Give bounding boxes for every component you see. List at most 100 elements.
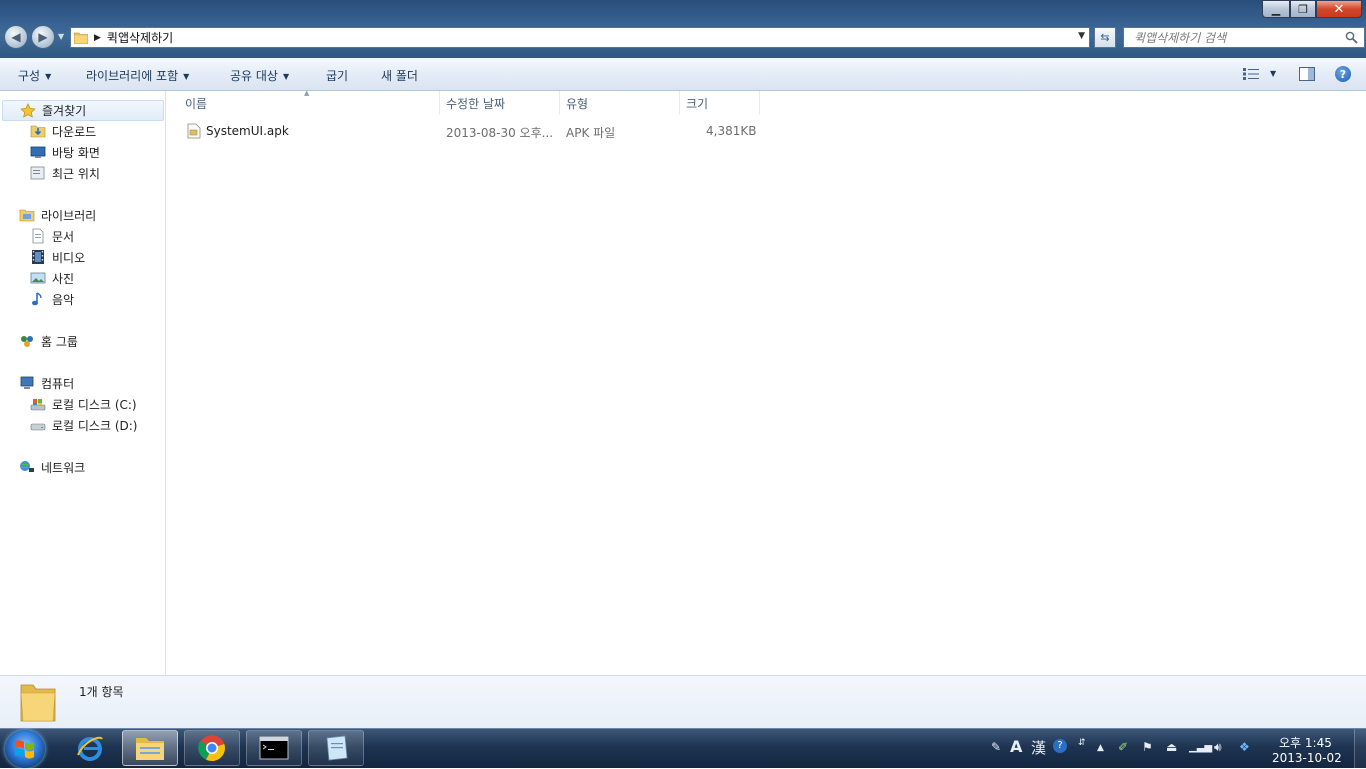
folder-icon: [74, 32, 88, 44]
share-with-button[interactable]: 공유 대상 ▼: [230, 67, 289, 84]
nav-libraries[interactable]: 라이브러리: [19, 205, 96, 225]
nav-item-drive-c[interactable]: 로컬 디스크 (C:): [30, 394, 137, 414]
taskbar-command-prompt[interactable]: [246, 730, 302, 766]
item-count: 1개 항목: [79, 685, 124, 699]
nav-network[interactable]: 네트워크: [19, 457, 85, 477]
computer-icon: [20, 376, 34, 389]
documents-icon: [32, 228, 44, 244]
nav-homegroup-label: 홈 그룹: [41, 334, 78, 349]
include-in-library-label: 라이브러리에 포함: [86, 69, 179, 83]
column-header-type[interactable]: 유형: [560, 91, 680, 115]
nav-item-pictures[interactable]: 사진: [30, 268, 74, 288]
address-history-dropdown-icon[interactable]: ▼: [1078, 31, 1085, 41]
nav-item-desktop[interactable]: 바탕 화면: [30, 142, 100, 162]
clock-time[interactable]: 오후 1:45: [1279, 734, 1332, 751]
nav-item-documents[interactable]: 문서: [30, 226, 74, 246]
close-button[interactable]: ✕: [1316, 0, 1362, 18]
maximize-button[interactable]: ❐: [1290, 0, 1316, 18]
homegroup-icon: [21, 336, 33, 347]
show-desktop-button[interactable]: [1354, 729, 1366, 769]
forward-button[interactable]: ▶: [31, 25, 55, 49]
search-box[interactable]: [1123, 27, 1365, 48]
breadcrumb-separator-icon[interactable]: ▶: [94, 33, 101, 43]
start-button[interactable]: [5, 730, 45, 768]
details-pane: 1개 항목: [0, 675, 1366, 728]
nav-item-label: 바탕 화면: [52, 145, 100, 160]
ime-mode-indicator[interactable]: A: [1010, 737, 1022, 756]
file-type: APK 파일: [566, 126, 616, 140]
back-arrow-icon: ◀: [11, 30, 21, 44]
view-dropdown-arrow-icon[interactable]: ▼: [1270, 69, 1276, 78]
column-header-name[interactable]: 이름: [179, 91, 440, 115]
dropbox-icon[interactable]: ❖: [1239, 740, 1250, 754]
nav-item-label: 음악: [52, 292, 75, 307]
nav-item-downloads[interactable]: 다운로드: [30, 121, 96, 141]
column-header-date-modified[interactable]: 수정한 날짜: [440, 91, 560, 115]
apk-file-icon: [187, 123, 201, 139]
action-center-flag-icon[interactable]: ⚑: [1142, 740, 1153, 754]
recent-pages-dropdown-icon[interactable]: ▼: [58, 32, 64, 41]
window-controls: ▁ ❐ ✕: [1262, 0, 1362, 18]
library-icon: [19, 209, 35, 222]
notepad-icon: [326, 735, 348, 761]
breadcrumb-current-folder[interactable]: 퀵앱삭제하기: [107, 29, 173, 46]
show-hidden-icons-icon[interactable]: ▲: [1097, 743, 1104, 753]
drive-d-icon: [30, 423, 46, 431]
volume-icon[interactable]: 🔊︎: [1214, 740, 1222, 755]
hanja-conversion-button[interactable]: 漢: [1031, 737, 1046, 758]
command-prompt-icon: [259, 736, 289, 760]
title-bar: ◀ ▶ ▼ ▶ 퀵앱삭제하기 ▼ ⇆ ▁ ❐ ✕: [0, 0, 1366, 58]
network-signal-icon[interactable]: ▁▃▅: [1189, 742, 1212, 753]
navigation-pane: 즐겨찾기 다운로드 바탕 화면 최근 위치 라이브러리 문서 비디오 사진 음악…: [0, 91, 166, 675]
include-in-library-button[interactable]: 라이브러리에 포함 ▼: [86, 67, 189, 84]
nav-computer[interactable]: 컴퓨터: [19, 373, 74, 393]
nav-item-drive-d[interactable]: 로컬 디스크 (D:): [30, 415, 137, 435]
file-row[interactable]: SystemUI.apk 2013-08-30 오후... APK 파일 4,3…: [179, 121, 769, 143]
internet-explorer-icon: [77, 736, 103, 761]
pictures-icon: [30, 272, 46, 284]
language-bar-options-icon[interactable]: ⇵: [1078, 738, 1086, 748]
file-list: ▲ 이름 수정한 날짜 유형 크기 SystemUI.apk 2013-08-3…: [167, 89, 1366, 675]
burn-button[interactable]: 굽기: [326, 67, 348, 84]
usb-device-icon[interactable]: ⏏: [1166, 740, 1177, 754]
nav-item-videos[interactable]: 비디오: [30, 247, 85, 267]
nav-favorites[interactable]: 즐겨찾기: [2, 100, 164, 121]
clock-date[interactable]: 2013-10-02: [1272, 751, 1342, 765]
help-icon[interactable]: ?: [1335, 66, 1351, 82]
refresh-button[interactable]: ⇆: [1094, 27, 1116, 48]
file-name: SystemUI.apk: [206, 124, 289, 138]
new-folder-button[interactable]: 새 폴더: [381, 67, 418, 84]
address-bar[interactable]: ▶ 퀵앱삭제하기 ▼: [70, 27, 1090, 48]
dropdown-arrow-icon: ▼: [282, 72, 290, 81]
taskbar-notepad[interactable]: [308, 730, 364, 766]
nav-item-music[interactable]: 음악: [30, 289, 74, 309]
minimize-button[interactable]: ▁: [1262, 0, 1290, 18]
forward-arrow-icon: ▶: [38, 30, 48, 44]
windows-explorer-icon: [136, 738, 164, 760]
nav-item-label: 사진: [52, 271, 75, 286]
taskbar-internet-explorer[interactable]: [62, 730, 118, 766]
pen-tool-tray-icon[interactable]: ✐: [1118, 740, 1128, 754]
recent-places-icon: [30, 166, 45, 180]
back-button[interactable]: ◀: [4, 25, 28, 49]
view-options-icon[interactable]: [1243, 68, 1259, 80]
language-bar-icon[interactable]: ✎: [991, 740, 1001, 754]
drive-c-icon: [30, 399, 46, 411]
music-icon: [32, 292, 42, 306]
ime-help-icon[interactable]: ?: [1053, 739, 1067, 753]
dropdown-arrow-icon: ▼: [45, 72, 52, 81]
organize-label: 구성: [18, 69, 41, 83]
videos-icon: [32, 250, 44, 264]
taskbar-google-chrome[interactable]: [184, 730, 240, 766]
refresh-icon: ⇆: [1100, 31, 1110, 44]
nav-homegroup[interactable]: 홈 그룹: [19, 331, 78, 351]
nav-computer-label: 컴퓨터: [41, 376, 75, 391]
nav-item-recent-places[interactable]: 최근 위치: [30, 163, 100, 183]
file-size: 4,381KB: [706, 124, 757, 138]
column-header-size[interactable]: 크기: [680, 91, 760, 115]
taskbar-windows-explorer[interactable]: [122, 730, 178, 766]
preview-pane-icon[interactable]: [1299, 67, 1315, 81]
dropdown-arrow-icon: ▼: [183, 72, 190, 81]
search-input[interactable]: [1132, 29, 1346, 46]
organize-menu-button[interactable]: 구성 ▼: [18, 67, 51, 84]
